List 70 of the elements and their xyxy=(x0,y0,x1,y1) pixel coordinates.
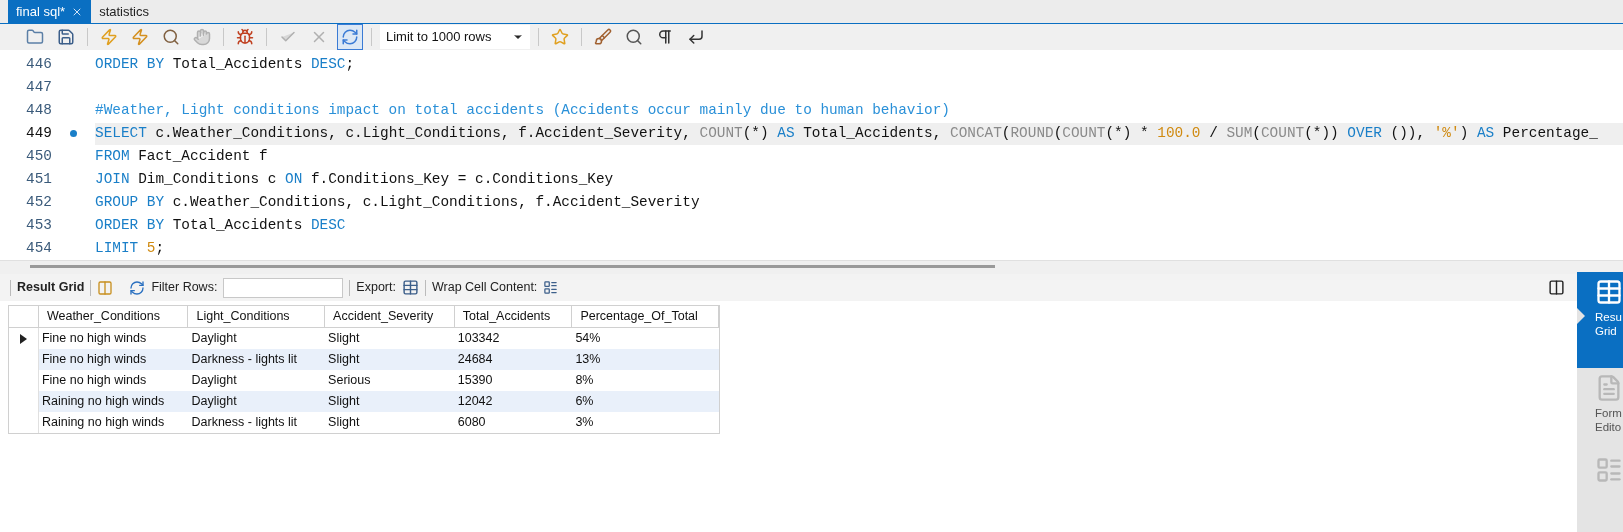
code-line: LIMIT 5; xyxy=(95,238,166,258)
side-panel-tab[interactable]: Form Edito xyxy=(1577,368,1623,450)
table-cell-text: Slight xyxy=(327,330,361,348)
code-line: ORDER BY Total_Accidents DESC xyxy=(95,215,347,235)
line-number: 447 xyxy=(25,77,52,97)
code-line: GROUP BY c.Weather_Conditions, c.Light_Conditions, f.Accident_Severity xyxy=(95,192,701,212)
table-cell-text: 12042 xyxy=(456,393,494,411)
table-cell-text: Slight xyxy=(327,414,361,432)
table-cell-text: Daylight xyxy=(190,372,238,390)
column-header[interactable]: Total_Accidents xyxy=(454,306,573,327)
table-cell-text: Darkness - lights lit xyxy=(190,351,299,369)
table-cell-text: Daylight xyxy=(190,330,238,348)
side-tab-label: Resu xyxy=(1595,310,1622,324)
side-tab-label: Form xyxy=(1595,406,1622,420)
code-line: #Weather, Light conditions impact on total accidents (Accidents occur mainly due to human behavior) xyxy=(95,100,951,120)
wrap-cell-icon[interactable] xyxy=(543,280,559,295)
filter-field[interactable] xyxy=(223,277,344,298)
table-cell-text: 103342 xyxy=(456,330,501,348)
horizontal-scrollbar[interactable] xyxy=(30,265,995,269)
table-cell-text: Daylight xyxy=(190,393,238,411)
table-cell-text: 6% xyxy=(574,393,595,411)
table-cell-text: Fine no high winds xyxy=(40,351,148,369)
view-icon xyxy=(1595,456,1623,484)
line-number: 451 xyxy=(25,169,52,189)
view-icon xyxy=(1595,278,1623,306)
table-cell-text: Serious xyxy=(327,372,372,390)
side-tab-label: Edito xyxy=(1595,420,1622,434)
side-tab-label: Grid xyxy=(1595,324,1617,338)
line-number: 449 xyxy=(25,123,52,143)
selected-pointer-icon xyxy=(1577,308,1585,324)
table-cell-text: Raining no high winds xyxy=(40,414,166,432)
table-cell-text: 6080 xyxy=(456,414,487,432)
table-cell-text: 54% xyxy=(574,330,602,348)
column-header[interactable]: Percentage_Of_Total xyxy=(572,306,719,327)
table-cell-text: 8% xyxy=(574,372,595,390)
line-number: 446 xyxy=(25,54,52,74)
table-cell-text: Raining no high winds xyxy=(40,393,166,411)
table-cell-text: 24684 xyxy=(456,351,494,369)
refresh-icon[interactable] xyxy=(129,279,146,296)
column-header[interactable]: Light_Conditions xyxy=(188,306,326,327)
export-icon[interactable] xyxy=(401,279,419,296)
code-line: ORDER BY Total_Accidents DESC; xyxy=(95,54,356,74)
line-number: 453 xyxy=(25,215,52,235)
columns-icon[interactable] xyxy=(97,279,114,296)
panel-toggle-icon[interactable] xyxy=(1548,279,1565,296)
limit-dropdown[interactable]: Limit to 1000 rows xyxy=(380,25,530,50)
table-cell-text: 15390 xyxy=(456,372,494,390)
editor-tab[interactable]: final sql* xyxy=(8,0,92,23)
current-row-icon xyxy=(19,333,27,344)
column-header[interactable]: Weather_Conditions xyxy=(38,306,189,327)
line-number: 452 xyxy=(25,192,52,212)
code-line: FROM Fact_Accident f xyxy=(95,146,269,166)
filter-rows-label: Filter Rows: xyxy=(151,279,218,297)
result-grid-label: Result Grid xyxy=(17,279,85,297)
table-cell-text: Fine no high winds xyxy=(40,372,148,390)
export-label: Export: xyxy=(356,279,396,297)
column-header[interactable]: Accident_Severity xyxy=(325,306,455,327)
table-cell-text: Fine no high winds xyxy=(40,330,148,348)
side-panel-tab[interactable]: Resu Grid xyxy=(1577,272,1623,368)
line-number: 448 xyxy=(25,100,52,120)
wrap-label: Wrap Cell Content: xyxy=(431,279,538,297)
table-cell-text: 3% xyxy=(574,414,595,432)
editor-tab[interactable]: statistics xyxy=(91,0,157,23)
table-cell-text: Darkness - lights lit xyxy=(190,414,299,432)
code-line: JOIN Dim_Conditions c ON f.Conditions_Key = c.Conditions_Key xyxy=(95,169,615,189)
table-cell-text: Slight xyxy=(327,393,361,411)
table-cell-text: 13% xyxy=(574,351,602,369)
line-number: 450 xyxy=(25,146,52,166)
table-cell-text: Slight xyxy=(327,351,361,369)
line-number: 454 xyxy=(25,238,52,258)
